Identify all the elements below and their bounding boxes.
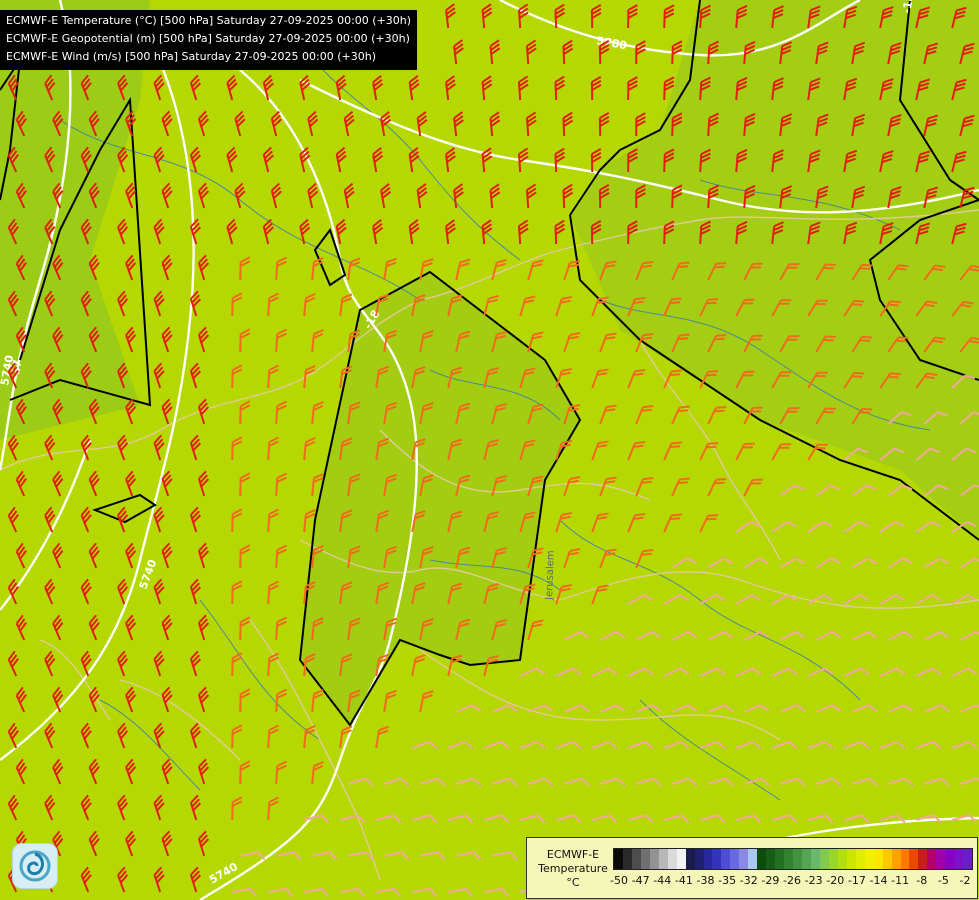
weather-map: 5780574057405740-18-18-16-17 Jerusalem <box>0 0 979 900</box>
legend-swatch <box>846 849 856 869</box>
legend-swatch <box>882 849 892 869</box>
legend-swatch <box>909 849 919 869</box>
legend-swatch <box>819 849 829 869</box>
title-temperature: ECMWF-E Temperature (°C) [500 hPa] Satur… <box>6 14 412 27</box>
legend-tick-label: -8 <box>916 874 928 887</box>
legend-swatch <box>685 849 695 869</box>
place-label-jerusalem: Jerusalem <box>544 550 557 601</box>
title-wind: ECMWF-E Wind (m/s) [500 hPa] Saturday 27… <box>6 50 376 63</box>
legend-title-unit: °C <box>566 876 580 889</box>
swirl-icon <box>19 850 51 882</box>
legend-swatch <box>622 849 632 869</box>
legend-tick-label: -41 <box>674 874 693 887</box>
legend-swatch <box>676 849 686 869</box>
legend-swatch <box>873 849 883 869</box>
legend-swatch <box>703 849 713 869</box>
legend-tick-labels: -50 -47 -44 -41 -38 -35 -32 -29 -26 -23 -20 -17 -14-… <box>610 874 971 890</box>
legend-tick-label: -11 <box>891 874 910 887</box>
legend-tick-label: -2 <box>959 874 971 887</box>
legend-swatch <box>766 849 776 869</box>
legend-tick-label: -5 <box>937 874 949 887</box>
legend-tick-label: -44 <box>653 874 672 887</box>
title-geopotential: ECMWF-E Geopotential (m) [500 hPa] Satur… <box>6 32 410 45</box>
legend-swatch <box>855 849 865 869</box>
legend-swatch <box>802 849 811 869</box>
legend-tick-label: -50 <box>610 874 628 887</box>
legend-swatch <box>954 849 964 869</box>
legend-tick-label: -17 <box>847 874 866 887</box>
legend-swatch <box>784 849 794 869</box>
legend-swatch <box>828 849 838 869</box>
legend-swatch <box>667 849 677 869</box>
legend-swatch <box>927 849 937 869</box>
legend-swatch <box>963 849 973 869</box>
legend-swatch <box>721 849 731 869</box>
legend-swatch <box>793 849 803 869</box>
legend-swatch <box>614 849 623 869</box>
legend-swatch <box>694 849 704 869</box>
legend-tick-label: -20 <box>826 874 845 887</box>
legend-swatch <box>945 849 955 869</box>
legend-swatch <box>712 849 722 869</box>
legend-swatch <box>748 849 758 869</box>
legend-title-model: ECMWF-E <box>546 848 600 861</box>
legend-title: ECMWF-E Temperature °C <box>535 848 611 890</box>
legend-swatch <box>936 849 946 869</box>
legend-swatch <box>631 849 641 869</box>
legend-tick-label: -26 <box>783 874 801 887</box>
legend-tick-label: -14 <box>869 874 888 887</box>
map-title-box: ECMWF-E Temperature (°C) [500 hPa] Satur… <box>0 10 418 70</box>
legend-swatch <box>757 849 767 869</box>
legend-tick-label: -47 <box>631 874 650 887</box>
legend-tick-label: -32 <box>739 874 758 887</box>
legend-tick-label: -23 <box>804 874 823 887</box>
legend-swatch <box>775 849 785 869</box>
legend-swatch <box>810 849 820 869</box>
legend-swatch <box>837 849 847 869</box>
legend-swatch <box>730 849 740 869</box>
legend-swatch <box>891 849 901 869</box>
legend-color-scale <box>613 848 973 870</box>
temperature-legend: ECMWF-E Temperature °C -50 -47 -44 -41 -38 -3… <box>526 837 978 899</box>
legend-swatch <box>739 849 749 869</box>
legend-swatch <box>658 849 668 869</box>
legend-swatch <box>918 849 928 869</box>
legend-swatch <box>864 849 874 869</box>
legend-tick-label: -35 <box>718 874 737 887</box>
ecmwf-logo-icon[interactable] <box>12 843 58 889</box>
legend-swatch <box>900 849 910 869</box>
legend-tick-label: -29 <box>761 874 780 887</box>
legend-title-variable: Temperature <box>538 862 608 875</box>
legend-swatch <box>649 849 659 869</box>
legend-swatch <box>640 849 650 869</box>
legend-tick-label: -38 <box>696 874 715 887</box>
